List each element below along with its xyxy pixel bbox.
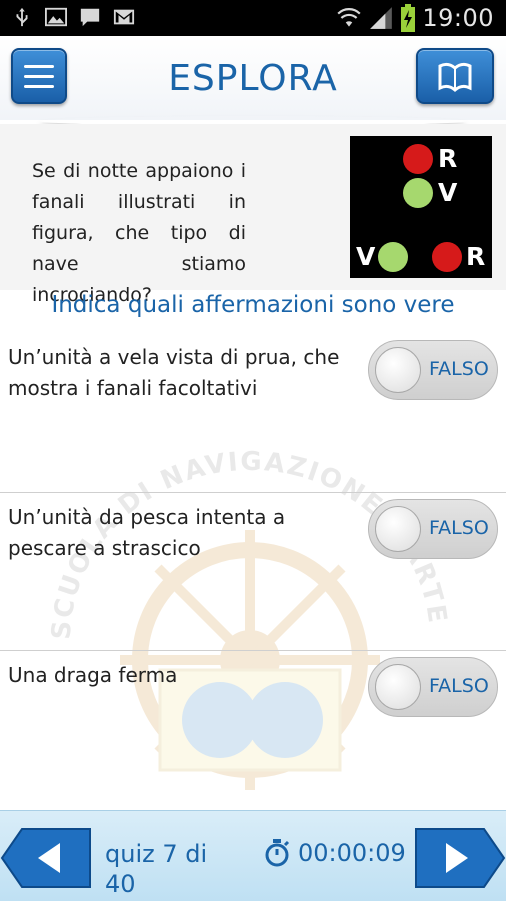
true-false-toggle[interactable]: FALSO xyxy=(368,499,498,559)
usb-icon xyxy=(16,7,28,27)
question-image: R V V R xyxy=(350,136,492,278)
toggle-knob[interactable] xyxy=(375,347,421,393)
toggle-label: FALSO xyxy=(429,358,489,380)
instructions-text: Indica quali affermazioni sono vere xyxy=(51,292,455,318)
light-label: V xyxy=(356,242,376,271)
quiz-counter: quiz 7 di 40 xyxy=(105,840,208,898)
status-bar: 19:00 xyxy=(0,0,506,36)
open-book-icon xyxy=(438,62,472,92)
true-false-toggle[interactable]: FALSO xyxy=(368,657,498,717)
toggle-knob[interactable] xyxy=(375,506,421,552)
app-header: ESPLORA xyxy=(0,36,506,120)
light-red xyxy=(432,242,462,272)
wifi-icon xyxy=(337,8,361,27)
statement-row: Una draga ferma FALSO xyxy=(0,650,506,808)
previous-button[interactable] xyxy=(0,827,92,889)
true-false-toggle[interactable]: FALSO xyxy=(368,340,498,400)
book-button[interactable] xyxy=(416,48,494,104)
light-label: R xyxy=(466,242,486,271)
toggle-knob[interactable] xyxy=(375,664,421,710)
statement-row: Un’unità da pesca intenta a pescare a st… xyxy=(0,492,506,650)
light-red xyxy=(403,144,433,174)
toggle-label: FALSO xyxy=(429,675,489,697)
light-label: V xyxy=(438,178,458,207)
gallery-icon xyxy=(45,7,67,27)
message-icon xyxy=(80,8,100,27)
signal-icon xyxy=(370,7,393,29)
statement-row: Un’unità a vela vista di prua, che mostr… xyxy=(0,332,506,492)
statement-text: Un’unità da pesca intenta a pescare a st… xyxy=(8,505,286,560)
light-label: R xyxy=(438,144,458,173)
light-green xyxy=(378,242,408,272)
next-button[interactable] xyxy=(414,827,506,889)
footer-bar: quiz 7 di 40 00:00:09 xyxy=(0,810,506,901)
stopwatch-icon xyxy=(265,839,290,867)
question-text: Se di notte appaiono i fanali illustrati… xyxy=(32,160,246,306)
statement-text: Una draga ferma xyxy=(8,663,178,687)
light-green xyxy=(403,178,433,208)
timer: 00:00:09 xyxy=(264,839,406,867)
gmail-icon xyxy=(113,9,135,25)
battery-charging-icon xyxy=(401,4,416,32)
statement-text: Un’unità a vela vista di prua, che mostr… xyxy=(8,345,340,400)
timer-text: 00:00:09 xyxy=(298,839,406,867)
status-time: 19:00 xyxy=(422,4,494,32)
toggle-label: FALSO xyxy=(429,517,489,539)
